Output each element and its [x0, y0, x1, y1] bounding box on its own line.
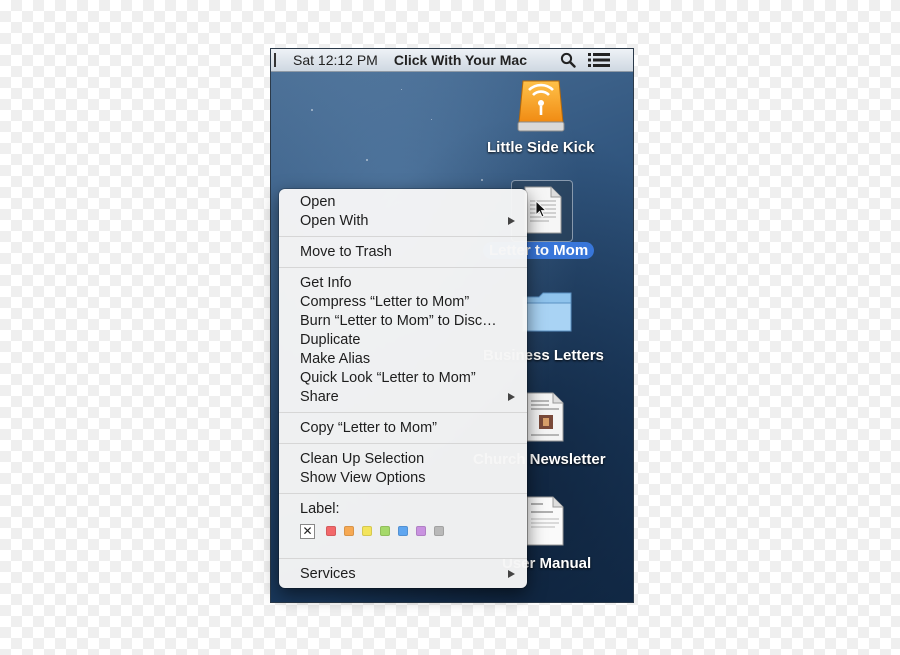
submenu-arrow-icon — [508, 217, 515, 225]
menu-item-services[interactable]: Services — [279, 565, 527, 584]
menu-item-open-with[interactable]: Open With — [279, 212, 527, 231]
menu-spacer — [279, 543, 527, 553]
menu-item-quick-look[interactable]: Quick Look “Letter to Mom” — [279, 369, 527, 388]
label-heading: Label: — [300, 501, 340, 517]
desktop-item-little-side-kick-label[interactable]: Little Side Kick — [487, 139, 595, 156]
menu-separator — [279, 558, 527, 559]
mouse-pointer-icon — [535, 200, 547, 218]
external-drive-icon[interactable] — [515, 79, 567, 135]
menu-item-get-info[interactable]: Get Info — [279, 274, 527, 293]
menu-separator — [279, 267, 527, 268]
menu-item-share[interactable]: Share — [279, 388, 527, 407]
menu-bar-edge — [274, 53, 282, 67]
submenu-arrow-icon — [508, 393, 515, 401]
menu-item-copy[interactable]: Copy “Letter to Mom” — [279, 419, 527, 438]
star — [401, 89, 402, 90]
label-color-yellow[interactable] — [362, 526, 372, 536]
menu-item-burn[interactable]: Burn “Letter to Mom” to Disc… — [279, 312, 527, 331]
menu-bar: Sat 12:12 PM Click With Your Mac — [271, 49, 633, 72]
document-icon[interactable] — [525, 495, 565, 547]
menu-item-duplicate[interactable]: Duplicate — [279, 331, 527, 350]
document-icon[interactable] — [525, 391, 565, 443]
menu-separator — [279, 493, 527, 494]
menu-item-label: Services — [300, 566, 356, 582]
menu-item-label: Share — [300, 389, 339, 405]
menu-separator — [279, 412, 527, 413]
menu-bar-clock[interactable]: Sat 12:12 PM — [293, 52, 378, 68]
notification-list-icon[interactable] — [588, 53, 610, 67]
menu-item-make-alias[interactable]: Make Alias — [279, 350, 527, 369]
star — [481, 179, 483, 181]
label-color-gray[interactable] — [434, 526, 444, 536]
label-color-red[interactable] — [326, 526, 336, 536]
star — [366, 159, 368, 161]
menu-separator — [279, 443, 527, 444]
menu-item-show-view-options[interactable]: Show View Options — [279, 469, 527, 488]
submenu-arrow-icon — [508, 570, 515, 578]
label-color-blue[interactable] — [398, 526, 408, 536]
label-color-green[interactable] — [380, 526, 390, 536]
label-swatches: ✕ — [279, 519, 527, 543]
search-icon[interactable] — [560, 52, 576, 68]
folder-icon[interactable] — [521, 289, 573, 335]
menu-bar-title: Click With Your Mac — [393, 52, 527, 68]
menu-item-clean-up-selection[interactable]: Clean Up Selection — [279, 450, 527, 469]
label-color-orange[interactable] — [344, 526, 354, 536]
menu-item-compress[interactable]: Compress “Letter to Mom” — [279, 293, 527, 312]
context-menu: Open Open With Move to Trash Get Info Co… — [279, 189, 527, 588]
star — [311, 109, 313, 111]
star — [431, 119, 432, 120]
menu-item-label: Open With — [300, 213, 369, 229]
label-none-x-icon[interactable]: ✕ — [300, 523, 315, 539]
menu-item-move-to-trash[interactable]: Move to Trash — [279, 243, 527, 262]
label-color-purple[interactable] — [416, 526, 426, 536]
menu-separator — [279, 236, 527, 237]
menu-item-open[interactable]: Open — [279, 193, 527, 212]
